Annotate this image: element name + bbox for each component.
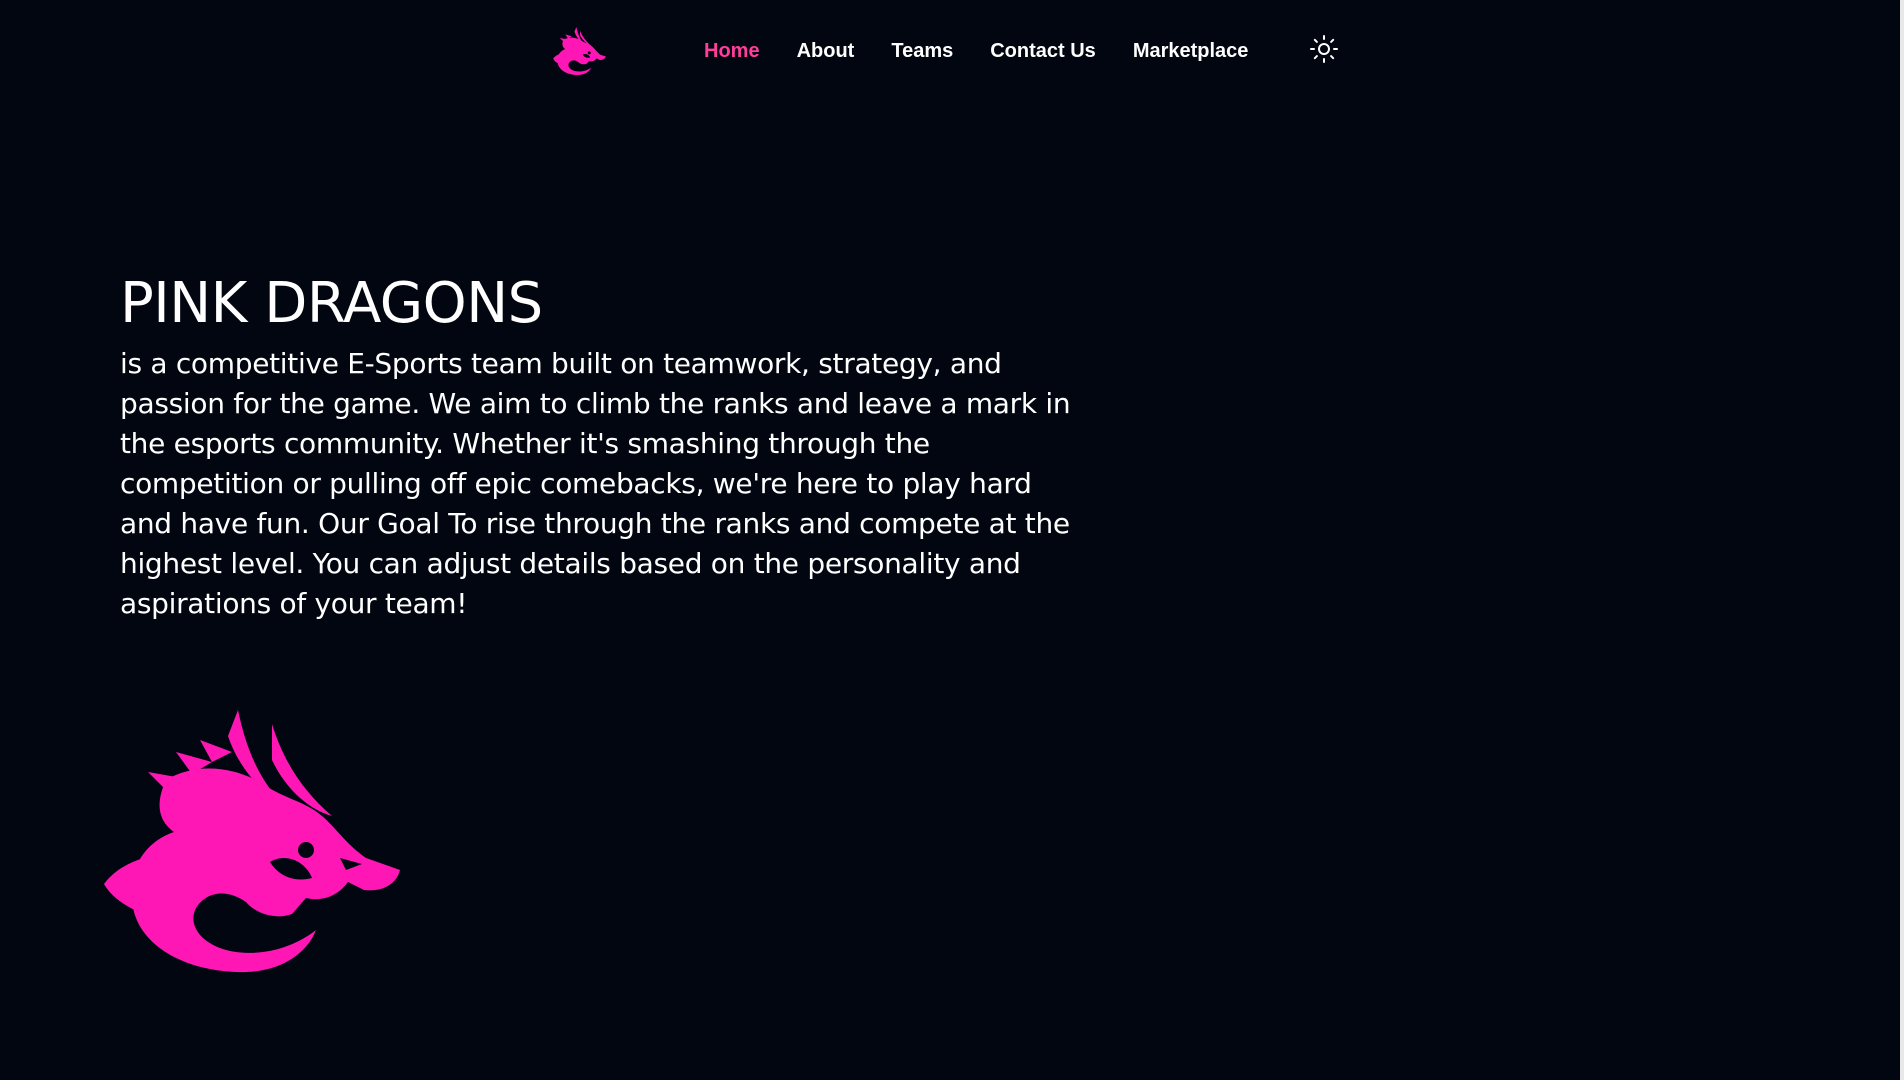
nav-link-teams[interactable]: Teams <box>891 40 953 62</box>
nav-link-about[interactable]: About <box>797 40 855 62</box>
dragon-logo-icon[interactable] <box>552 27 608 75</box>
hero-description: is a competitive E-Sports team built on … <box>120 347 1071 620</box>
hero-title: PINK DRAGONS <box>120 271 543 336</box>
nav-link-home[interactable]: Home <box>704 40 760 62</box>
nav-links: Home About Teams Contact Us Marketplace <box>704 38 1248 64</box>
nav-item-home: Home <box>704 38 760 64</box>
nav-item-teams: Teams <box>891 38 953 64</box>
nav-link-marketplace[interactable]: Marketplace <box>1133 40 1249 62</box>
page: Home About Teams Contact Us Marketplace <box>0 0 1904 1080</box>
nav-link-contact-us[interactable]: Contact Us <box>990 40 1096 62</box>
nav-item-marketplace: Marketplace <box>1133 38 1249 64</box>
sun-icon <box>1310 35 1338 63</box>
scrollbar[interactable] <box>1900 0 1904 1080</box>
dragon-emblem-icon <box>104 710 400 973</box>
nav-item-contact: Contact Us <box>990 38 1096 64</box>
nav-item-about: About <box>797 38 855 64</box>
navbar: Home About Teams Contact Us Marketplace <box>0 0 1904 104</box>
theme-toggle-button[interactable] <box>1308 33 1340 65</box>
hero-section: PINK DRAGONS is a competitive E-Sports t… <box>120 268 1080 624</box>
